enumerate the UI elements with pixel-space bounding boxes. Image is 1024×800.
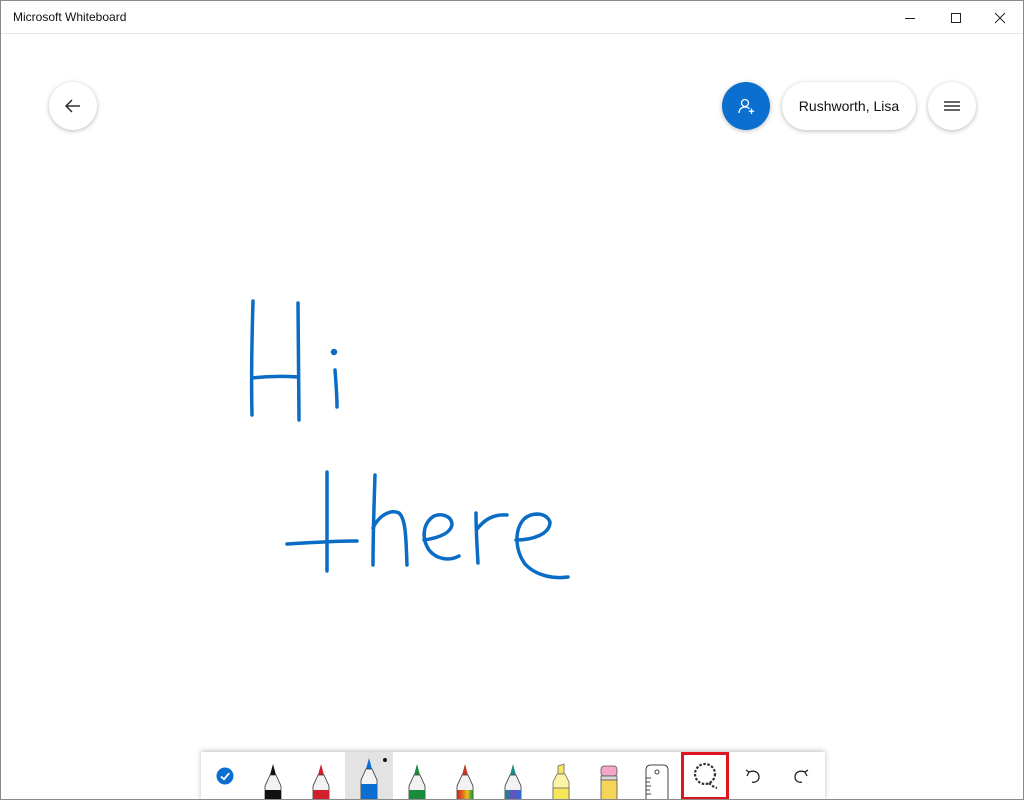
pen-icon [360,758,378,799]
blue-pen-tool[interactable] [345,752,393,799]
close-icon [994,12,1006,23]
inking-toolbar [201,752,825,799]
eraser-tool[interactable] [585,752,633,799]
user-account-button[interactable]: Rushworth, Lisa [782,82,916,130]
lasso-icon [693,762,718,790]
pen-icon [264,764,282,799]
redo-button[interactable] [777,752,825,799]
rainbow-pen-tool[interactable] [441,752,489,799]
galaxy-pen-tool[interactable] [489,752,537,799]
title-bar: Microsoft Whiteboard [1,1,1023,34]
back-button[interactable] [49,82,97,130]
window-title: Microsoft Whiteboard [13,10,127,24]
black-pen-tool[interactable] [249,752,297,799]
arrow-left-icon [65,99,80,113]
minimize-icon [905,17,915,19]
pen-icon [504,764,522,799]
red-pen-tool[interactable] [297,752,345,799]
maximize-button[interactable] [933,1,979,34]
lasso-select-tool[interactable] [681,752,729,799]
add-person-icon [738,98,755,114]
app-window: Microsoft Whiteboard Rushworth, Lisa [0,0,1024,800]
eraser-icon [600,765,618,799]
pen-icon [312,764,330,799]
ink-to-shape-toggle[interactable] [201,752,249,799]
green-pen-tool[interactable] [393,752,441,799]
minimize-button[interactable] [887,1,933,34]
highlighter-tool[interactable] [537,752,585,799]
whiteboard-canvas[interactable]: Rushworth, Lisa [1,35,1023,799]
close-button[interactable] [977,1,1023,34]
pen-icon [408,764,426,799]
hamburger-menu-icon [944,101,960,111]
ruler-tool[interactable] [633,752,681,799]
check-circle-icon [216,767,234,785]
user-name: Rushworth, Lisa [798,98,900,114]
invite-button[interactable] [722,82,770,130]
undo-button[interactable] [729,752,777,799]
redo-icon [794,769,809,783]
ruler-icon [645,764,669,799]
ink-strokes[interactable] [1,35,1023,799]
undo-icon [745,769,760,783]
pen-icon [456,764,474,799]
maximize-icon [951,12,961,23]
selected-indicator-dot [383,758,387,762]
settings-menu-button[interactable] [928,82,976,130]
highlighter-icon [552,763,570,799]
